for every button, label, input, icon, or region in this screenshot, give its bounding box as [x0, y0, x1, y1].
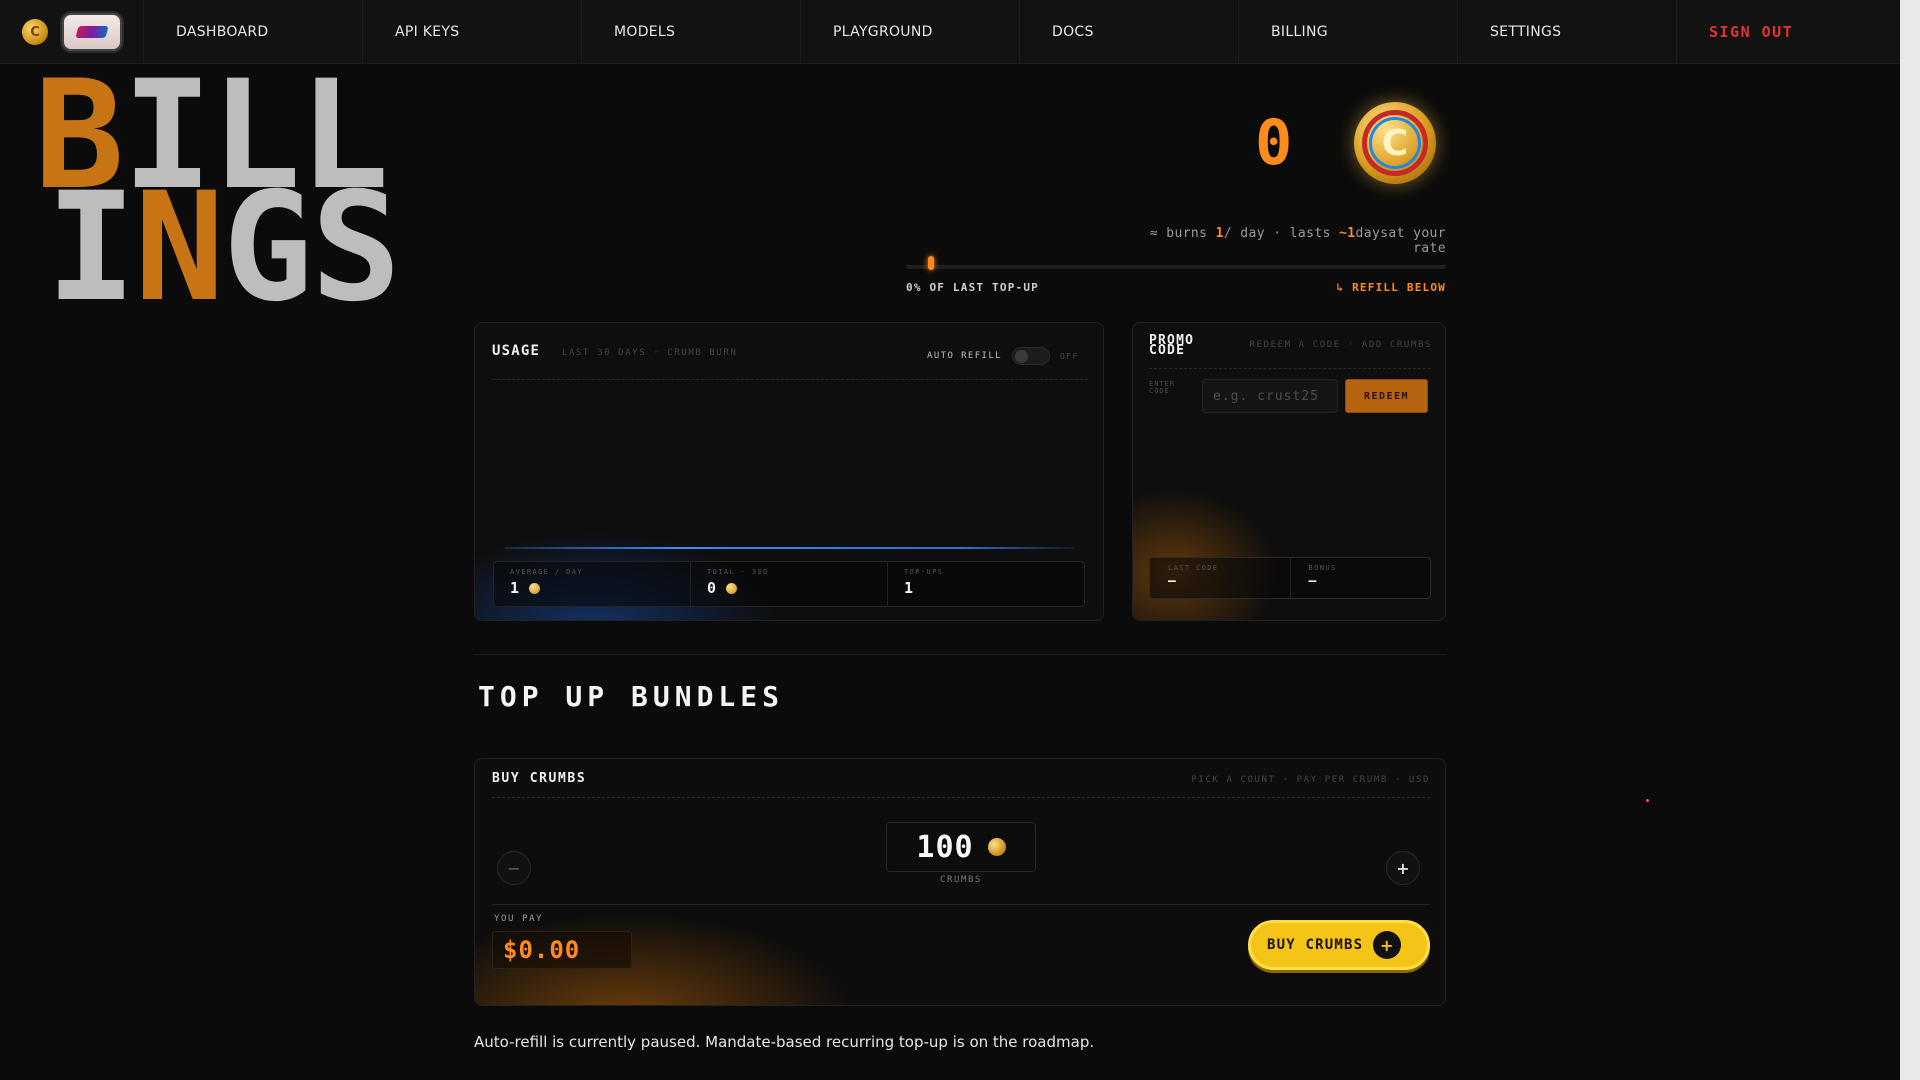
increase-quantity-button[interactable]: +: [1386, 851, 1420, 885]
stat-label: TOTAL · 30D: [707, 568, 769, 576]
stat-last-code: LAST CODE —: [1150, 558, 1291, 598]
auto-refill-control: AUTO REFILL OFF: [927, 347, 1079, 365]
coin-letter: C: [1362, 110, 1428, 176]
stat-value: 0: [707, 579, 887, 597]
coin-icon: [726, 582, 738, 594]
quantity-value: 100: [916, 829, 974, 865]
stat-label: AVERAGE / DAY: [510, 568, 583, 576]
quantity-display: 100: [886, 822, 1036, 872]
topup-progress-bar: [906, 256, 1446, 270]
refill-below-link[interactable]: ↳ REFILL BELOW: [1246, 281, 1446, 294]
usage-stats: AVERAGE / DAY 1 TOTAL · 30D 0 TOP-UPS 1: [493, 561, 1085, 607]
brand-logo-button[interactable]: [62, 13, 122, 51]
promo-subtitle: REDEEM A CODE · ADD CRUMBS: [1249, 340, 1432, 350]
nav-item-settings[interactable]: SETTINGS: [1458, 0, 1677, 64]
decrease-quantity-button[interactable]: −: [497, 851, 531, 885]
usage-title: USAGE: [492, 343, 541, 359]
top-up-bundles-heading: TOP UP BUNDLES: [478, 680, 785, 713]
stat-top-ups: TOP-UPS 1: [888, 562, 1084, 606]
toggle-knob: [1015, 350, 1029, 363]
coin-icon: [529, 582, 541, 594]
auto-refill-note: Auto-refill is currently paused. Mandate…: [474, 1033, 1095, 1051]
divider: [492, 379, 1088, 380]
stat-number: 0: [707, 579, 717, 597]
redeem-button[interactable]: REDEEM: [1345, 379, 1428, 413]
buy-crumbs-card: BUY CRUMBS PICK A COUNT · PAY PER CRUMB …: [474, 758, 1446, 1006]
nav-item-playground[interactable]: PLAYGROUND: [801, 0, 1020, 64]
divider: [492, 904, 1430, 905]
promo-title: PROMO CODE: [1149, 333, 1195, 358]
usage-card: USAGE LAST 30 DAYS · CRUMB BURN AUTO REF…: [474, 322, 1104, 621]
buy-crumbs-subtitle: PICK A COUNT · PAY PER CRUMB · USD: [1191, 775, 1430, 785]
divider: [1149, 368, 1431, 369]
promo-stats: LAST CODE — BONUS —: [1149, 557, 1431, 599]
promo-code-card: PROMO CODE REDEEM A CODE · ADD CRUMBS EN…: [1132, 322, 1446, 621]
stat-value: —: [1308, 574, 1317, 589]
sign-out-button[interactable]: SIGN OUT: [1677, 0, 1896, 64]
stat-bonus: BONUS —: [1291, 558, 1431, 598]
nav-item-billing[interactable]: BILLING: [1239, 0, 1458, 64]
usage-chart-line: [505, 547, 1075, 549]
stat-number: 1: [904, 579, 914, 597]
buy-crumbs-button[interactable]: BUY CRUMBS +: [1248, 920, 1430, 970]
topup-progress-marker: [928, 256, 934, 270]
stat-total-30d: TOTAL · 30D 0: [691, 562, 888, 606]
you-pay-label: YOU PAY: [494, 914, 544, 924]
crumb-coin-icon: C: [1354, 102, 1436, 184]
brand-mark-icon: [75, 26, 109, 38]
progress-label: 0% OF LAST TOP-UP: [906, 281, 1039, 294]
usage-subtitle: LAST 30 DAYS · CRUMB BURN: [562, 348, 738, 358]
page-title-line-2: INGS: [46, 161, 401, 335]
stat-label: TOP-UPS: [904, 568, 944, 576]
auto-refill-label: AUTO REFILL: [927, 351, 1003, 361]
nav-item-models[interactable]: MODELS: [582, 0, 801, 64]
buy-crumbs-label: BUY CRUMBS: [1267, 937, 1364, 953]
decorative-dot: [1646, 799, 1649, 802]
nav-item-api-keys[interactable]: API KEYS: [363, 0, 582, 64]
days-left-value: ~1: [1339, 226, 1356, 241]
page-title: BILL INGS: [34, 61, 534, 335]
stat-value: 1: [904, 579, 1084, 597]
nav-item-docs[interactable]: DOCS: [1020, 0, 1239, 64]
burn-rate-text: ≈ burns 1/ day · lasts ~1daysat your rat…: [1114, 226, 1446, 256]
stat-number: 1: [510, 579, 520, 597]
burn-rate-value: 1: [1215, 226, 1224, 241]
stat-value: —: [1168, 574, 1176, 589]
stat-label: LAST CODE: [1168, 564, 1219, 572]
promo-code-label: ENTER CODE: [1149, 380, 1176, 395]
quantity-label: CRUMBS: [939, 875, 983, 885]
section-divider: [474, 654, 1446, 655]
price-display: $0.00: [492, 931, 632, 969]
divider: [492, 797, 1430, 798]
stat-label: BONUS: [1308, 564, 1337, 572]
burn-mid: / day · lasts: [1223, 226, 1340, 241]
auto-refill-state: OFF: [1060, 351, 1079, 361]
burn-prefix: ≈ burns: [1149, 226, 1216, 241]
auto-refill-toggle[interactable]: [1012, 347, 1051, 365]
plus-icon: +: [1373, 931, 1402, 959]
stat-average-per-day: AVERAGE / DAY 1: [494, 562, 691, 606]
coin-icon: [987, 838, 1006, 856]
buy-crumbs-title: BUY CRUMBS: [492, 771, 587, 786]
burn-suffix: daysat your rate: [1355, 226, 1446, 256]
promo-code-input[interactable]: [1202, 379, 1338, 413]
scrollbar-track[interactable]: [1900, 0, 1920, 1080]
stat-value: 1: [510, 579, 690, 597]
coin-logo-icon[interactable]: C: [22, 19, 48, 45]
crumb-balance: 0: [1255, 106, 1293, 179]
